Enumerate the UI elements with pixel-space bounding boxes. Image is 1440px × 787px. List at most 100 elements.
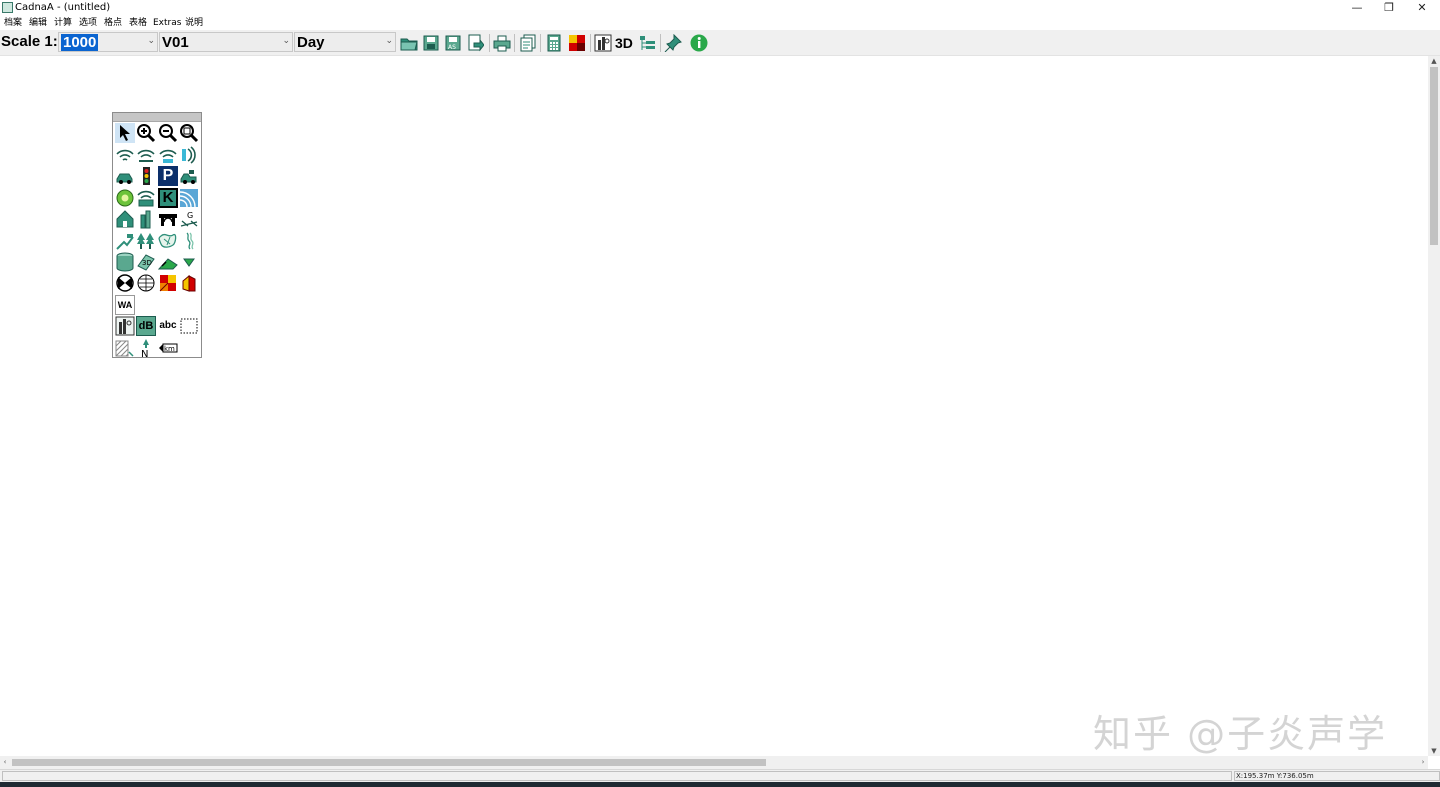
tree-icon[interactable] [136,231,156,251]
chevron-down-icon[interactable]: ⌄ [385,36,393,46]
pin-icon[interactable] [664,33,682,53]
svg-text:AS: AS [448,44,456,51]
scroll-right-arrow[interactable]: › [1418,756,1428,769]
road-icon[interactable] [115,166,135,186]
3d-icon[interactable]: 3D [615,34,637,52]
north-arrow-icon[interactable]: N [136,338,156,360]
scroll-down-arrow[interactable]: ▼ [1428,746,1440,756]
scale-km-icon[interactable]: km [158,338,178,358]
reflector-3d-label: 3D [142,259,152,267]
info-icon[interactable] [690,34,708,52]
variant-value[interactable]: V01 [162,34,189,51]
app-icon [2,2,13,13]
cross-section-icon[interactable] [594,34,612,52]
variant-combo[interactable]: V01 ⌄ [159,32,293,52]
scale-label: Scale 1: [1,33,58,50]
menu-extras[interactable]: Extras [153,16,181,30]
toolbar-separator [489,34,490,52]
menu-calculation[interactable]: 计算 [54,16,72,30]
horizontal-scroll-thumb[interactable] [12,759,766,766]
zoom-window-icon[interactable] [179,123,199,143]
embankment-icon[interactable] [157,252,178,272]
contour-icon[interactable] [179,231,199,251]
noise-map-icon[interactable] [158,273,178,293]
vertical-area-source-icon[interactable] [179,145,199,165]
zoom-out-icon[interactable] [158,123,178,143]
menu-grid[interactable]: 格点 [104,16,122,30]
select-arrow-icon[interactable] [115,123,135,143]
building-icon[interactable] [115,209,135,229]
watermark-text: 知乎 @子炎声学 [1093,712,1388,756]
text-icon[interactable]: abc [158,316,178,336]
menu-bar: 档案 编辑 计算 选项 格点 表格 Extras 说明 [0,16,1440,30]
contour-line-icon[interactable] [115,231,135,251]
menu-help[interactable]: 说明 [185,16,203,30]
close-button[interactable]: ✕ [1405,0,1439,16]
window-title: CadnaA - (untitled) [15,2,111,13]
hatch-icon[interactable] [115,338,135,358]
north-label: N [141,349,148,358]
scale-combo[interactable]: 1000 ⌄ [58,32,158,52]
save-icon[interactable] [422,34,440,52]
zoom-in-icon[interactable] [136,123,156,143]
traffic-light-icon[interactable] [136,166,156,186]
save-as-icon[interactable]: AS [444,34,462,52]
selection-box-icon[interactable] [179,316,199,336]
calculator-icon[interactable] [545,34,563,52]
area-source-icon[interactable] [158,145,178,165]
built-up-area-icon[interactable] [158,231,178,251]
palette-cross-section-icon[interactable] [115,316,135,336]
restore-button[interactable]: ❐ [1372,0,1406,16]
menu-tables[interactable]: 表格 [129,16,147,30]
chevron-down-icon[interactable]: ⌄ [282,36,290,46]
wa-icon[interactable]: WA [115,295,135,315]
3d-reflector-icon[interactable]: 3D [136,252,156,272]
triangle-icon[interactable] [179,252,199,272]
cylinder-icon[interactable] [115,252,135,272]
parking-lot-icon[interactable]: P [158,166,178,186]
drawing-canvas[interactable] [0,56,1428,756]
line-source-icon[interactable] [136,145,156,165]
railway-icon[interactable] [179,166,199,186]
menu-edit[interactable]: 编辑 [29,16,47,30]
ground-icon[interactable]: G [179,209,199,229]
open-folder-icon[interactable] [400,34,418,52]
palette-title-bar[interactable] [113,113,201,122]
menu-file[interactable]: 档案 [4,16,22,30]
receiver-icon[interactable] [115,188,135,208]
db-icon[interactable]: dB [136,316,156,336]
toolbar-separator [514,34,515,52]
k-icon[interactable]: K [158,188,178,208]
export-icon[interactable] [466,34,485,52]
toolbar-separator [540,34,541,52]
main-toolbar: Scale 1: 1000 ⌄ V01 ⌄ Day ⌄ AS 3D [0,30,1440,56]
area-icon[interactable] [179,188,199,208]
point-source-icon[interactable] [115,145,135,165]
chevron-down-icon[interactable]: ⌄ [147,36,155,46]
print-icon[interactable] [493,34,511,52]
cross-circle-icon[interactable] [115,273,135,293]
tree-list-icon[interactable] [639,34,657,52]
period-value[interactable]: Day [297,34,325,51]
barrier-icon[interactable] [136,209,156,229]
copy-page-icon[interactable] [519,34,537,52]
vertical-scrollbar[interactable]: ▲ ▼ [1428,56,1440,756]
scroll-left-arrow[interactable]: ‹ [0,756,10,769]
period-combo[interactable]: Day ⌄ [294,32,396,52]
minimize-button[interactable]: — [1340,0,1374,16]
status-message-cell [2,771,1232,781]
scale-value[interactable]: 1000 [61,34,99,51]
toolbar-separator [590,34,591,52]
facade-icon[interactable] [179,273,199,293]
grid-circle-icon[interactable] [136,273,156,293]
scroll-up-arrow[interactable]: ▲ [1428,56,1440,66]
industrial-building-icon[interactable] [136,188,156,208]
vertical-scroll-thumb[interactable] [1430,67,1438,245]
toolbar-separator [660,34,661,52]
status-bar: X:195.37m Y:736.05m [0,769,1440,783]
km-label: km [164,345,175,353]
grid-map-icon[interactable] [568,34,586,52]
ground-label: G [187,211,193,220]
bridge-icon[interactable] [158,209,178,229]
menu-options[interactable]: 选项 [79,16,97,30]
